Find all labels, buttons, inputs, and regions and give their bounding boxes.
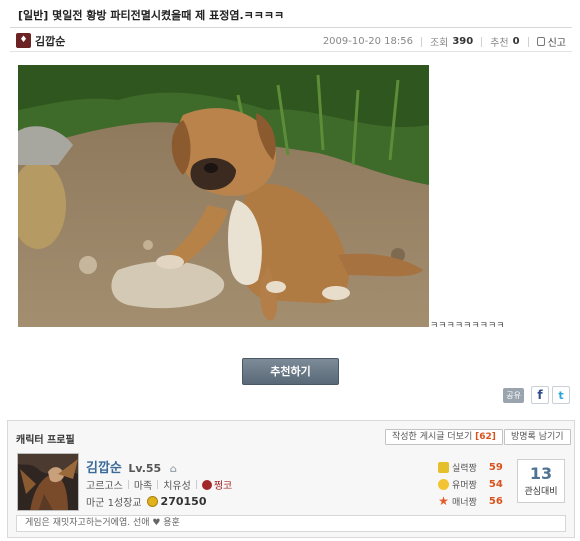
twitter-share-button[interactable]: t <box>552 386 570 404</box>
report-label: 신고 <box>547 38 566 49</box>
points-coin-icon <box>146 496 158 507</box>
interest-value: 13 <box>529 464 553 483</box>
stat-manner: ★ 매너짱 56 <box>438 493 503 510</box>
reputation-stats: 실력짱 59 유머짱 54 ★ 매너짱 56 <box>438 459 503 510</box>
author-name[interactable]: 김깝순 <box>35 33 65 49</box>
stat-value: 59 <box>488 462 503 473</box>
puppy-photo <box>18 65 429 327</box>
character-avatar[interactable] <box>17 453 79 511</box>
home-icon[interactable]: ⌂ <box>170 464 177 475</box>
character-name-line: 김깝순 Lv.55 ⌂ <box>86 457 177 476</box>
more-posts-count: [62] <box>475 432 496 442</box>
character-class: 치유성 <box>163 481 191 492</box>
facebook-icon: f <box>537 388 543 402</box>
profile-header: 캐릭터 프로필 <box>16 435 75 446</box>
share-label: 공유 <box>503 387 524 403</box>
more-posts-button[interactable]: 작성한 게시글 더보기 [62] <box>385 429 503 445</box>
interest-label: 관심대비 <box>524 487 558 497</box>
character-points: 270150 <box>160 495 207 508</box>
post-title: [일반] 몇일전 황방 파티전멸시켰을때 제 표정염.ㅋㅋㅋㅋ <box>18 9 285 22</box>
guestbook-button[interactable]: 방명록 남기기 <box>504 429 571 445</box>
stat-humor: 유머짱 54 <box>438 476 503 493</box>
recommend-label: 추천 <box>490 38 509 49</box>
character-level: Lv.55 <box>128 462 162 475</box>
recommend-button[interactable]: 추천하기 <box>242 358 339 385</box>
facebook-share-button[interactable]: f <box>531 386 549 404</box>
recommend-count: 0 <box>512 36 520 47</box>
character-portrait <box>18 454 78 510</box>
divider <box>420 36 422 47</box>
post-title-bar: [일반] 몇일전 황방 파티전멸시켰을때 제 표정염.ㅋㅋㅋㅋ <box>10 0 572 28</box>
character-guild[interactable]: 쩡코 <box>214 477 232 492</box>
stat-value: 54 <box>488 479 503 490</box>
smile-icon <box>438 479 449 490</box>
lock-icon <box>536 37 545 46</box>
stat-label: 매너짱 <box>452 498 477 508</box>
character-server: 고르고스 <box>86 481 123 492</box>
stat-value: 56 <box>488 496 503 507</box>
share-area: 공유 f t <box>503 386 570 404</box>
post-image-puppy <box>18 65 429 327</box>
stat-label: 실력짱 <box>452 464 477 474</box>
more-posts-label: 작성한 게시글 더보기 <box>392 432 473 442</box>
star-icon: ★ <box>438 494 449 508</box>
views-count: 390 <box>452 36 474 47</box>
report-link[interactable]: 신고 <box>536 34 566 49</box>
character-name[interactable]: 김깝순 <box>86 461 122 476</box>
divider <box>195 480 197 489</box>
post-meta-bar: ♦ 김깝순 2009-10-20 18:56 조회 390 추천 0 신고 <box>10 29 572 52</box>
post-body-text: ㅋㅋㅋㅋㅋㅋㅋㅋㅋ <box>430 321 505 331</box>
character-profile-box: 캐릭터 프로필 작성한 게시글 더보기 [62] 방명록 남기기 김깝순 Lv.… <box>7 420 575 538</box>
character-race: 마족 <box>133 481 153 492</box>
stat-skill: 실력짱 59 <box>438 459 503 476</box>
divider <box>527 36 529 47</box>
crown-icon <box>438 462 449 473</box>
character-rank-line: 마군 1성장교 270150 <box>86 494 206 509</box>
views-label: 조회 <box>429 38 449 49</box>
guild-icon <box>201 479 212 490</box>
divider <box>127 480 129 489</box>
post-date: 2009-10-20 18:56 <box>322 36 413 47</box>
divider <box>157 480 159 489</box>
stat-label: 유머짱 <box>452 481 477 491</box>
character-rank: 마군 1성장교 <box>86 498 142 509</box>
character-info: 고르고스 마족 치유성 쩡코 <box>86 477 232 492</box>
divider <box>481 36 483 47</box>
post-meta-info: 2009-10-20 18:56 조회 390 추천 0 신고 <box>323 34 566 49</box>
interest-box: 13 관심대비 <box>517 459 565 503</box>
author-avatar-icon: ♦ <box>16 33 31 48</box>
profile-comment: 게임은 재밋자고하는거에엽. 선애 ♥ 용훈 <box>16 515 566 532</box>
twitter-icon: t <box>558 388 564 402</box>
